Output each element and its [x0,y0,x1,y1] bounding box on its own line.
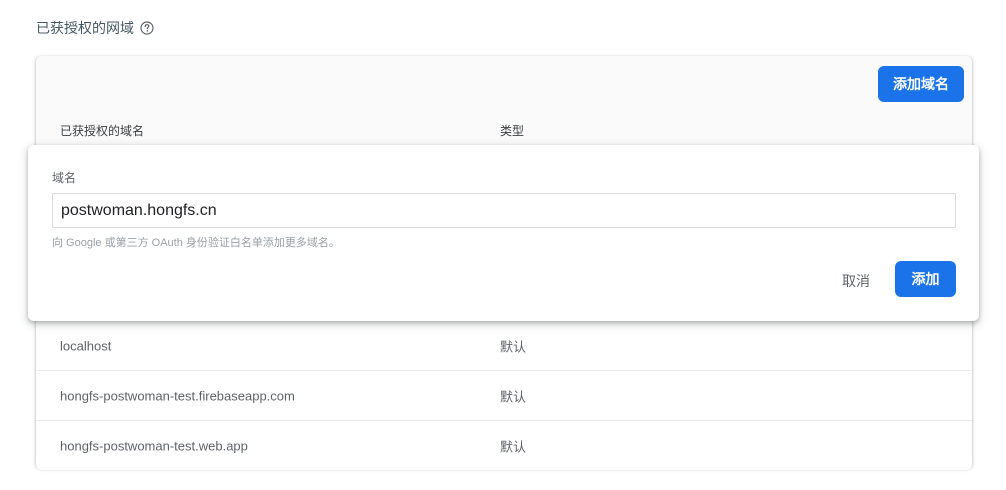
type-cell: 默认 [500,389,527,404]
domain-table-body: localhost 默认 hongfs-postwoman-test.fireb… [36,321,972,470]
add-domain-button[interactable]: 添加域名 [878,66,964,102]
column-header-type: 类型 [500,124,525,138]
column-header-domain: 已获授权的域名 [60,124,145,138]
domain-input[interactable] [52,193,956,228]
type-cell: 默认 [500,439,527,454]
domain-cell: hongfs-postwoman-test.firebaseapp.com [60,388,295,403]
table-row[interactable]: localhost 默认 [36,321,972,370]
table-row[interactable]: hongfs-postwoman-test.firebaseapp.com 默认 [36,370,972,420]
domain-cell: localhost [60,338,112,353]
add-domain-dialog: 域名 向 Google 或第三方 OAuth 身份验证白名单添加更多域名。 取消… [28,145,979,321]
add-button[interactable]: 添加 [895,261,956,297]
domain-field-label: 域名 [52,171,77,185]
help-circle-icon[interactable] [140,21,154,35]
type-cell: 默认 [500,339,527,354]
table-row[interactable]: hongfs-postwoman-test.web.app 默认 [36,420,972,470]
domain-cell: hongfs-postwoman-test.web.app [60,438,248,453]
cancel-button[interactable]: 取消 [834,263,878,299]
section-title: 已获授权的网域 [36,18,154,38]
domain-field-hint: 向 Google 或第三方 OAuth 身份验证白名单添加更多域名。 [52,237,340,249]
section-title-text: 已获授权的网域 [36,20,134,36]
